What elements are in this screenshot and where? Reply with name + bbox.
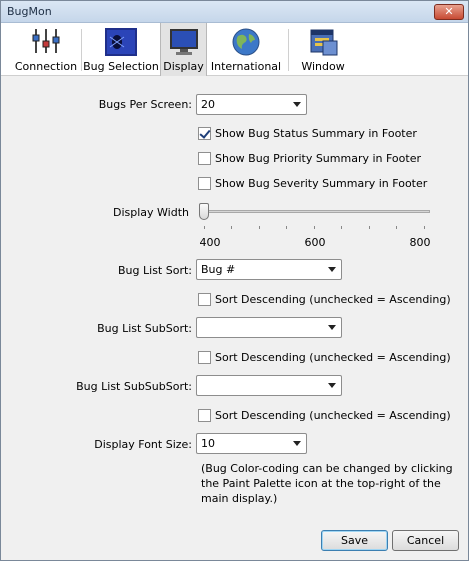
display-width-slider-thumb[interactable] [199,203,209,220]
bugs-per-screen-label: Bugs Per Screen: [98,98,192,111]
bug-list-subsubsort-select[interactable] [196,375,342,396]
slider-tick [314,226,315,229]
tab-display[interactable]: Display [160,23,207,76]
display-font-size-label: Display Font Size: [94,438,192,451]
checkbox-box[interactable] [198,177,211,190]
globe-icon [232,28,260,56]
display-font-size-select[interactable]: 10 [196,433,307,454]
display-width-label: Display Width [112,206,189,219]
display-width-track[interactable] [201,210,430,213]
checkbox-box[interactable] [198,351,211,364]
bugmon-window: BugMon ✕ Connection Bug Selection Displa… [0,0,469,561]
bug-list-subsort-label: Bug List SubSort: [97,322,192,335]
note-line: (Bug Color-coding can be changed by clic… [201,462,453,475]
close-button[interactable]: ✕ [434,4,464,20]
connection-icon [32,29,60,53]
sort-descending-label: Sort Descending (unchecked = Ascending) [215,293,451,306]
subsort-descending-label: Sort Descending (unchecked = Ascending) [215,351,451,364]
bug-list-subsubsort-label: Bug List SubSubSort: [76,380,192,393]
save-button[interactable]: Save [321,530,388,551]
tab-international[interactable]: International [209,23,283,76]
title-bar: BugMon ✕ [1,1,468,23]
note-line: the Paint Palette icon at the top-right … [201,477,441,490]
slider-tick [396,226,397,229]
tab-bug-selection-label: Bug Selection [83,60,159,73]
chevron-down-icon [293,102,301,107]
tab-display-label: Display [163,60,204,73]
bugs-per-screen-value: 20 [201,98,215,111]
slider-tick [259,226,260,229]
slider-tick [341,226,342,229]
window-title: BugMon [7,5,52,18]
show-priority-summary-label: Show Bug Priority Summary in Footer [215,152,421,165]
slider-tick [231,226,232,229]
tab-connection[interactable]: Connection [13,23,79,76]
slider-tick-label-400: 400 [199,236,221,249]
show-severity-summary-label: Show Bug Severity Summary in Footer [215,177,428,190]
display-icon [169,29,198,55]
settings-toolbar: Connection Bug Selection Display Interna… [1,23,468,76]
checkbox-box[interactable] [198,127,211,140]
checkbox-box[interactable] [198,152,211,165]
note-line: main display.) [201,492,278,505]
bugs-per-screen-select[interactable]: 20 [196,94,307,115]
color-coding-note: (Bug Color-coding can be changed by clic… [201,461,461,506]
bug-list-sort-value: Bug # [201,263,236,276]
close-icon: ✕ [444,5,454,18]
checkbox-box[interactable] [198,409,211,422]
display-settings-panel: Bugs Per Screen: 20 Show Bug Status Summ… [1,77,468,521]
chevron-down-icon [328,267,336,272]
subsubsort-descending-label: Sort Descending (unchecked = Ascending) [215,409,451,422]
window-icon [310,29,338,56]
bug-list-subsort-select[interactable] [196,317,342,338]
toolbar-separator [81,29,82,71]
bug-list-sort-select[interactable]: Bug # [196,259,342,280]
chevron-down-icon [328,383,336,388]
slider-tick [424,226,425,229]
tab-international-label: International [210,60,282,73]
cancel-button[interactable]: Cancel [392,530,459,551]
tab-bug-selection[interactable]: Bug Selection [83,23,159,76]
tab-window[interactable]: Window [297,23,349,76]
show-status-summary-label: Show Bug Status Summary in Footer [215,127,417,140]
tab-window-label: Window [301,60,345,73]
slider-tick [204,226,205,229]
tab-connection-label: Connection [14,60,78,73]
slider-tick [369,226,370,229]
bug-list-sort-label: Bug List Sort: [118,264,192,277]
display-font-size-value: 10 [201,437,215,450]
bug-selection-icon [105,28,137,56]
chevron-down-icon [293,441,301,446]
toolbar-separator [288,29,289,71]
checkbox-box[interactable] [198,293,211,306]
chevron-down-icon [328,325,336,330]
slider-tick [286,226,287,229]
slider-tick-label-800: 800 [409,236,431,249]
slider-tick-label-600: 600 [304,236,326,249]
